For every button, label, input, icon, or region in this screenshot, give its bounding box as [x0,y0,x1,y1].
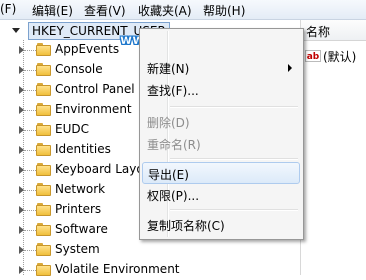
folder-icon [36,163,52,176]
expand-icon[interactable] [19,146,24,154]
value-name-default[interactable]: (默认) [323,48,356,65]
tree-item-label: EUDC [55,122,89,136]
tree-connector [24,110,36,111]
folder-icon [36,263,52,276]
tree-item-label: AppEvents [55,42,120,56]
expand-icon[interactable] [19,246,24,254]
menu-bar: (F) 编辑(E) 查看(V) 收藏夹(A) 帮助(H) [0,0,366,20]
tree-connector [24,210,36,211]
expand-icon[interactable] [19,266,24,274]
menu-item-export[interactable]: 导出(E) [142,162,300,184]
tree-item-label: Environment [55,102,132,116]
tree-connector [24,130,36,131]
tree-item-label: Volatile Environment [55,262,180,276]
tree-item-label: Keyboard Layo [55,162,144,176]
expand-icon[interactable] [19,126,24,134]
tree-item[interactable]: Volatile Environment [0,260,300,280]
expand-icon[interactable] [19,46,24,54]
expand-icon[interactable] [19,166,24,174]
string-value-icon: ab [305,50,321,62]
folder-icon [36,183,52,196]
menu-item-rename: 重命名(R) [142,133,300,155]
menu-item-label: 删除(D) [147,116,190,130]
menu-item-label: 复制项名称(C) [147,219,225,233]
expand-icon[interactable] [19,86,24,94]
menu-item-find[interactable]: 查找(F)... [142,79,300,101]
menu-help[interactable]: 帮助(H) [203,2,245,19]
folder-icon [36,243,52,256]
menu-edit[interactable]: 编辑(E) [32,2,73,19]
tree-item-label: Network [55,182,106,196]
tree-connector [24,270,36,271]
tree-connector [24,70,36,71]
menu-separator [170,106,298,108]
menu-item-copy-key-name[interactable]: 复制项名称(C) [142,214,300,236]
tree-item-label: Printers [55,202,102,216]
folder-icon [36,123,52,136]
menu-item-label: 重命名(R) [147,138,201,152]
tree-connector [24,190,36,191]
menu-separator [170,209,298,211]
tree-item-label: Console [55,62,103,76]
column-header-label: 名称 [306,25,331,39]
expand-icon[interactable] [19,106,24,114]
menu-item-permissions[interactable]: 权限(P)... [142,184,300,206]
folder-icon [36,63,52,76]
folder-icon [36,83,52,96]
column-header-name[interactable]: 名称 [301,20,366,41]
tree-connector [24,250,36,251]
tree-item[interactable]: System [0,240,300,260]
values-pane: 名称 ab (默认) [300,20,366,275]
expand-icon[interactable] [19,206,24,214]
collapse-icon[interactable] [12,28,20,33]
folder-icon [36,143,52,156]
tree-item-label: Control Panel [55,82,135,96]
menu-item-label: 权限(P)... [147,189,200,203]
tree-connector [24,50,36,51]
folder-icon [36,43,52,56]
folder-icon [36,203,52,216]
tree-connector [24,230,36,231]
tree-connector [24,150,36,151]
menu-item-new[interactable]: 新建(N) [142,57,300,79]
menu-item-delete: 删除(D) [142,111,300,133]
menu-item-label: 新建(N) [147,62,190,76]
expand-icon[interactable] [19,186,24,194]
context-menu: 新建(N) 查找(F)... 删除(D) 重命名(R) 导出(E) 权限(P).… [139,28,304,240]
folder-icon [36,223,52,236]
folder-icon [36,103,52,116]
expand-icon[interactable] [19,226,24,234]
menu-view[interactable]: 查看(V) [84,2,126,19]
menu-item-label: 查找(F)... [147,84,199,98]
menu-separator [170,158,298,160]
menu-favorites[interactable]: 收藏夹(A) [138,2,192,19]
tree-item-label: System [55,242,100,256]
submenu-arrow-icon [288,64,292,72]
tree-item-label: Identities [55,142,111,156]
tree-item-label: Software [55,222,108,236]
menu-item-label: 导出(E) [148,168,189,182]
tree-connector [24,90,36,91]
tree-connector [24,170,36,171]
expand-icon[interactable] [19,66,24,74]
menu-file[interactable]: (F) [0,2,16,16]
